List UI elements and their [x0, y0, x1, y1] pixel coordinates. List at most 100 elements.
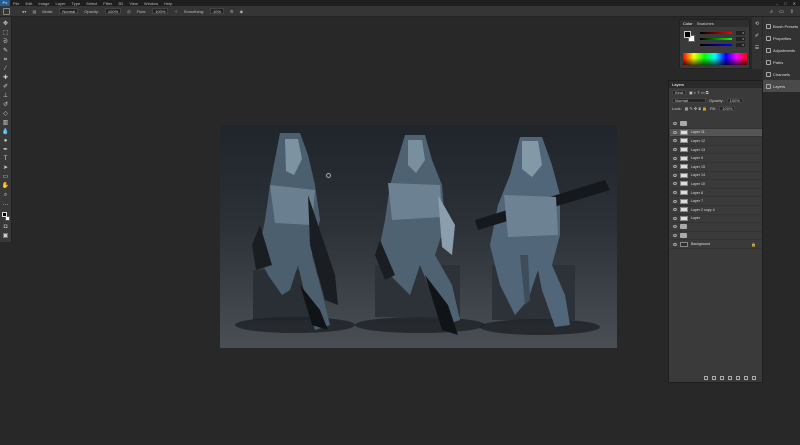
- visibility-eye-icon[interactable]: [673, 139, 677, 143]
- layer-row[interactable]: Layer 10: [670, 180, 762, 189]
- layer-row[interactable]: Layer 11: [670, 128, 762, 138]
- link-layers-icon[interactable]: [704, 376, 708, 380]
- smoothing-field[interactable]: 10%: [210, 8, 225, 14]
- artwork-canvas[interactable]: [220, 125, 617, 348]
- blur-tool-icon[interactable]: 💧: [2, 129, 10, 136]
- lock-icons[interactable]: ▦ ✎ ✥ ⧈ 🔒: [685, 106, 707, 111]
- close-icon[interactable]: ✕: [793, 1, 796, 6]
- quick-select-tool-icon[interactable]: ✎: [2, 48, 10, 55]
- new-group-icon[interactable]: [736, 376, 740, 380]
- red-value[interactable]: 0: [736, 31, 745, 35]
- panel-tab-adjustments[interactable]: Adjustments: [763, 44, 800, 56]
- layer-row[interactable]: Background 🔒: [670, 240, 762, 249]
- filter-icons[interactable]: ▣ ◐ T ▭ ⧉: [689, 90, 709, 95]
- visibility-eye-icon[interactable]: [673, 208, 677, 212]
- path-select-tool-icon[interactable]: ➤: [2, 165, 10, 172]
- hand-tool-icon[interactable]: ✋: [2, 183, 10, 190]
- move-tool-icon[interactable]: ✥: [2, 21, 10, 28]
- panel-tab-brush-presets[interactable]: Brush Presets: [763, 20, 800, 32]
- green-slider[interactable]: [700, 38, 732, 40]
- menu-3d[interactable]: 3D: [115, 1, 126, 6]
- more-tools-icon[interactable]: …: [2, 201, 10, 208]
- new-layer-icon[interactable]: [744, 376, 748, 380]
- screen-mode-icon[interactable]: ▣: [2, 233, 10, 240]
- blue-value[interactable]: 0: [736, 43, 745, 47]
- menu-edit[interactable]: Edit: [22, 1, 35, 6]
- menu-view[interactable]: View: [126, 1, 141, 6]
- layer-row[interactable]: Layer 9: [670, 154, 762, 163]
- visibility-eye-icon[interactable]: [673, 234, 677, 238]
- brush-tool-icon[interactable]: ✐: [2, 84, 10, 91]
- opacity-field[interactable]: 100%: [104, 8, 122, 14]
- smoothing-settings-icon[interactable]: ⚙: [230, 9, 234, 14]
- blue-slider[interactable]: [700, 44, 732, 46]
- menu-window[interactable]: Window: [141, 1, 161, 6]
- brush-size-picker[interactable]: ●▾: [22, 9, 26, 14]
- eyedropper-tool-icon[interactable]: ⁄: [2, 66, 10, 73]
- red-slider[interactable]: [700, 32, 732, 34]
- visibility-eye-icon[interactable]: [673, 156, 677, 160]
- visibility-eye-icon[interactable]: [673, 130, 677, 134]
- visibility-eye-icon[interactable]: [673, 165, 677, 169]
- layer-row[interactable]: Layer 2 copy 4: [670, 206, 762, 215]
- airbrush-icon[interactable]: ✧: [174, 9, 177, 14]
- fill-field[interactable]: 100%: [719, 105, 736, 111]
- mode-select[interactable]: Normal: [59, 8, 79, 14]
- tab-color[interactable]: Color: [683, 21, 693, 26]
- delete-layer-icon[interactable]: [752, 376, 756, 380]
- color-spectrum-ramp[interactable]: [683, 53, 747, 65]
- menu-file[interactable]: File: [10, 1, 22, 6]
- visibility-eye-icon[interactable]: [673, 191, 677, 195]
- menu-help[interactable]: Help: [161, 1, 175, 6]
- layer-row[interactable]: Layer 7: [670, 197, 762, 206]
- clone-stamp-tool-icon[interactable]: ⊥: [2, 93, 10, 100]
- workspace-icon[interactable]: ▭: [779, 9, 784, 15]
- gradient-tool-icon[interactable]: ▥: [2, 120, 10, 127]
- blend-mode-select[interactable]: Normal: [672, 97, 706, 103]
- color-swatches[interactable]: [1, 212, 10, 222]
- panel-tab-channels[interactable]: Channels: [763, 68, 800, 80]
- layer-row[interactable]: Layer 13: [670, 146, 762, 155]
- kind-filter-select[interactable]: Kind: [672, 89, 687, 95]
- visibility-eye-icon[interactable]: [673, 182, 677, 186]
- adjustment-layer-icon[interactable]: [728, 376, 732, 380]
- visibility-eye-icon[interactable]: [673, 199, 677, 203]
- foreground-color-swatch[interactable]: [1, 212, 7, 217]
- crop-tool-icon[interactable]: ⌗: [2, 57, 10, 64]
- healing-tool-icon[interactable]: ✚: [2, 75, 10, 82]
- brush-presets-icon[interactable]: ✐: [754, 33, 760, 39]
- foreground-color-box[interactable]: [684, 31, 691, 38]
- pen-tool-icon[interactable]: ✒: [2, 147, 10, 154]
- lasso-tool-icon[interactable]: ᘐ: [2, 39, 10, 46]
- layer-row[interactable]: [670, 232, 762, 241]
- history-icon[interactable]: ⟲: [754, 21, 760, 27]
- layer-row[interactable]: Layer: [670, 215, 762, 224]
- layer-row[interactable]: Layer 12: [670, 137, 762, 146]
- tab-swatches[interactable]: Swatches: [697, 21, 714, 26]
- dodge-tool-icon[interactable]: ●: [2, 138, 10, 145]
- menu-image[interactable]: Image: [35, 1, 52, 6]
- zoom-tool-icon[interactable]: ⌕: [2, 192, 10, 199]
- layer-row[interactable]: [670, 120, 762, 129]
- visibility-eye-icon[interactable]: [673, 225, 677, 229]
- pressure-size-icon[interactable]: ◉: [240, 9, 244, 14]
- properties-icon[interactable]: ☰: [754, 45, 760, 51]
- marquee-tool-icon[interactable]: ⬚: [2, 30, 10, 37]
- layer-row[interactable]: Layer 15: [670, 163, 762, 172]
- minimize-icon[interactable]: –: [776, 1, 778, 6]
- menu-filter[interactable]: Filter: [100, 1, 115, 6]
- flow-field[interactable]: 100%: [152, 8, 169, 14]
- add-mask-icon[interactable]: [720, 376, 724, 380]
- menu-type[interactable]: Type: [69, 1, 84, 6]
- visibility-eye-icon[interactable]: [673, 148, 677, 152]
- rectangle-tool-icon[interactable]: ▭: [2, 174, 10, 181]
- maximize-icon[interactable]: □: [784, 1, 786, 6]
- green-value[interactable]: 0: [736, 37, 745, 41]
- search-icon[interactable]: ⌕: [770, 9, 773, 15]
- brush-tool-preset-icon[interactable]: [3, 8, 10, 15]
- panel-tab-properties[interactable]: Properties: [763, 32, 800, 44]
- layer-row[interactable]: [670, 223, 762, 232]
- brush-panel-icon[interactable]: ▤: [32, 9, 36, 14]
- panel-tab-layers[interactable]: Layers: [763, 80, 800, 92]
- menu-layer[interactable]: Layer: [52, 1, 68, 6]
